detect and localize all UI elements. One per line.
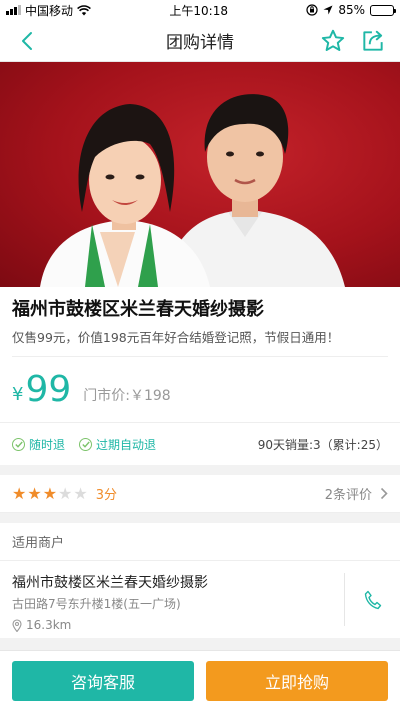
refund-expired-label: 过期自动退	[96, 437, 157, 452]
wifi-icon	[77, 4, 91, 15]
status-bar: 中国移动 上午10:18 85%	[0, 0, 400, 20]
rating-score: 3分	[95, 488, 117, 503]
nav-bar: 团购详情	[0, 20, 400, 62]
favorite-button[interactable]	[320, 28, 346, 54]
merchant-name: 福州市鼓楼区米兰春天婚纱摄影	[12, 575, 208, 591]
couple-photo-image	[40, 94, 345, 287]
merchant-item[interactable]: 福州市鼓楼区米兰春天婚纱摄影 古田路7号东升楼1楼(五一广场) 16.3km	[0, 561, 400, 638]
check-circle-icon	[79, 437, 93, 451]
merchant-address: 古田路7号东升楼1楼(五一广场)	[12, 597, 181, 611]
status-time: 上午10:18	[169, 3, 228, 18]
back-button[interactable]	[14, 28, 40, 54]
lock-rotation-icon	[306, 4, 318, 16]
star-empty-icon: ★	[73, 483, 88, 503]
refund-anytime-label: 随时退	[29, 437, 66, 452]
sales-count: 90天销量:3（累计:25）	[257, 437, 388, 452]
price-value: 99	[25, 369, 72, 410]
review-link[interactable]: 2条评价	[325, 484, 388, 503]
service-tags: 随时退 过期自动退 90天销量:3（累计:25）	[0, 423, 400, 465]
star-filled-icon: ★	[12, 483, 27, 503]
star-empty-icon: ★	[58, 483, 73, 503]
location-arrow-icon	[323, 5, 333, 15]
battery-icon	[370, 4, 396, 16]
rating-row[interactable]: ★ ★ ★ ★ ★ 3分 2条评价	[0, 475, 400, 513]
product-title: 福州市鼓楼区米兰春天婚纱摄影	[12, 299, 264, 320]
phone-icon	[364, 590, 381, 609]
consult-service-button[interactable]: 咨询客服	[12, 661, 194, 701]
star-filled-icon: ★	[27, 483, 42, 503]
share-icon	[363, 30, 383, 51]
buy-now-button[interactable]: 立即抢购	[206, 661, 388, 701]
product-photo[interactable]	[0, 62, 400, 287]
refund-expired-tag: 过期自动退	[79, 436, 156, 453]
merchant-section: 适用商户 福州市鼓楼区米兰春天婚纱摄影 古田路7号东升楼1楼(五一广场) 16.…	[0, 523, 400, 638]
currency-symbol: ¥	[12, 384, 24, 405]
location-pin-icon	[12, 618, 22, 632]
original-price: 门市价:￥198	[83, 387, 171, 404]
check-circle-icon	[12, 437, 25, 451]
merchant-distance: 16.3km	[12, 618, 344, 632]
chevron-left-icon	[22, 32, 32, 50]
product-info: 福州市鼓楼区米兰春天婚纱摄影 仅售99元，价值198元百年好合结婚登记照，节假日…	[0, 287, 400, 357]
star-outline-icon	[321, 29, 345, 51]
carrier-label: 中国移动	[25, 3, 74, 18]
review-count: 2条评价	[324, 488, 372, 503]
signal-icon	[6, 5, 21, 15]
battery-percent: 85%	[338, 3, 365, 17]
chevron-right-icon	[380, 487, 388, 500]
merchant-header: 适用商户	[0, 523, 400, 561]
product-subtitle: 仅售99元，价值198元百年好合结婚登记照，节假日通用！	[12, 327, 388, 357]
star-filled-icon: ★	[42, 483, 58, 503]
distance-value: 16.3km	[26, 618, 72, 632]
refund-anytime-tag: 随时退	[12, 436, 65, 453]
bottom-action-bar: 咨询客服 立即抢购	[0, 650, 400, 711]
call-merchant-button[interactable]	[344, 573, 400, 626]
price-row: ¥ 99 门市价:￥198	[0, 357, 400, 423]
page-title: 团购详情	[166, 33, 234, 53]
share-button[interactable]	[360, 28, 386, 54]
star-rating: ★ ★ ★ ★ ★	[12, 483, 88, 503]
